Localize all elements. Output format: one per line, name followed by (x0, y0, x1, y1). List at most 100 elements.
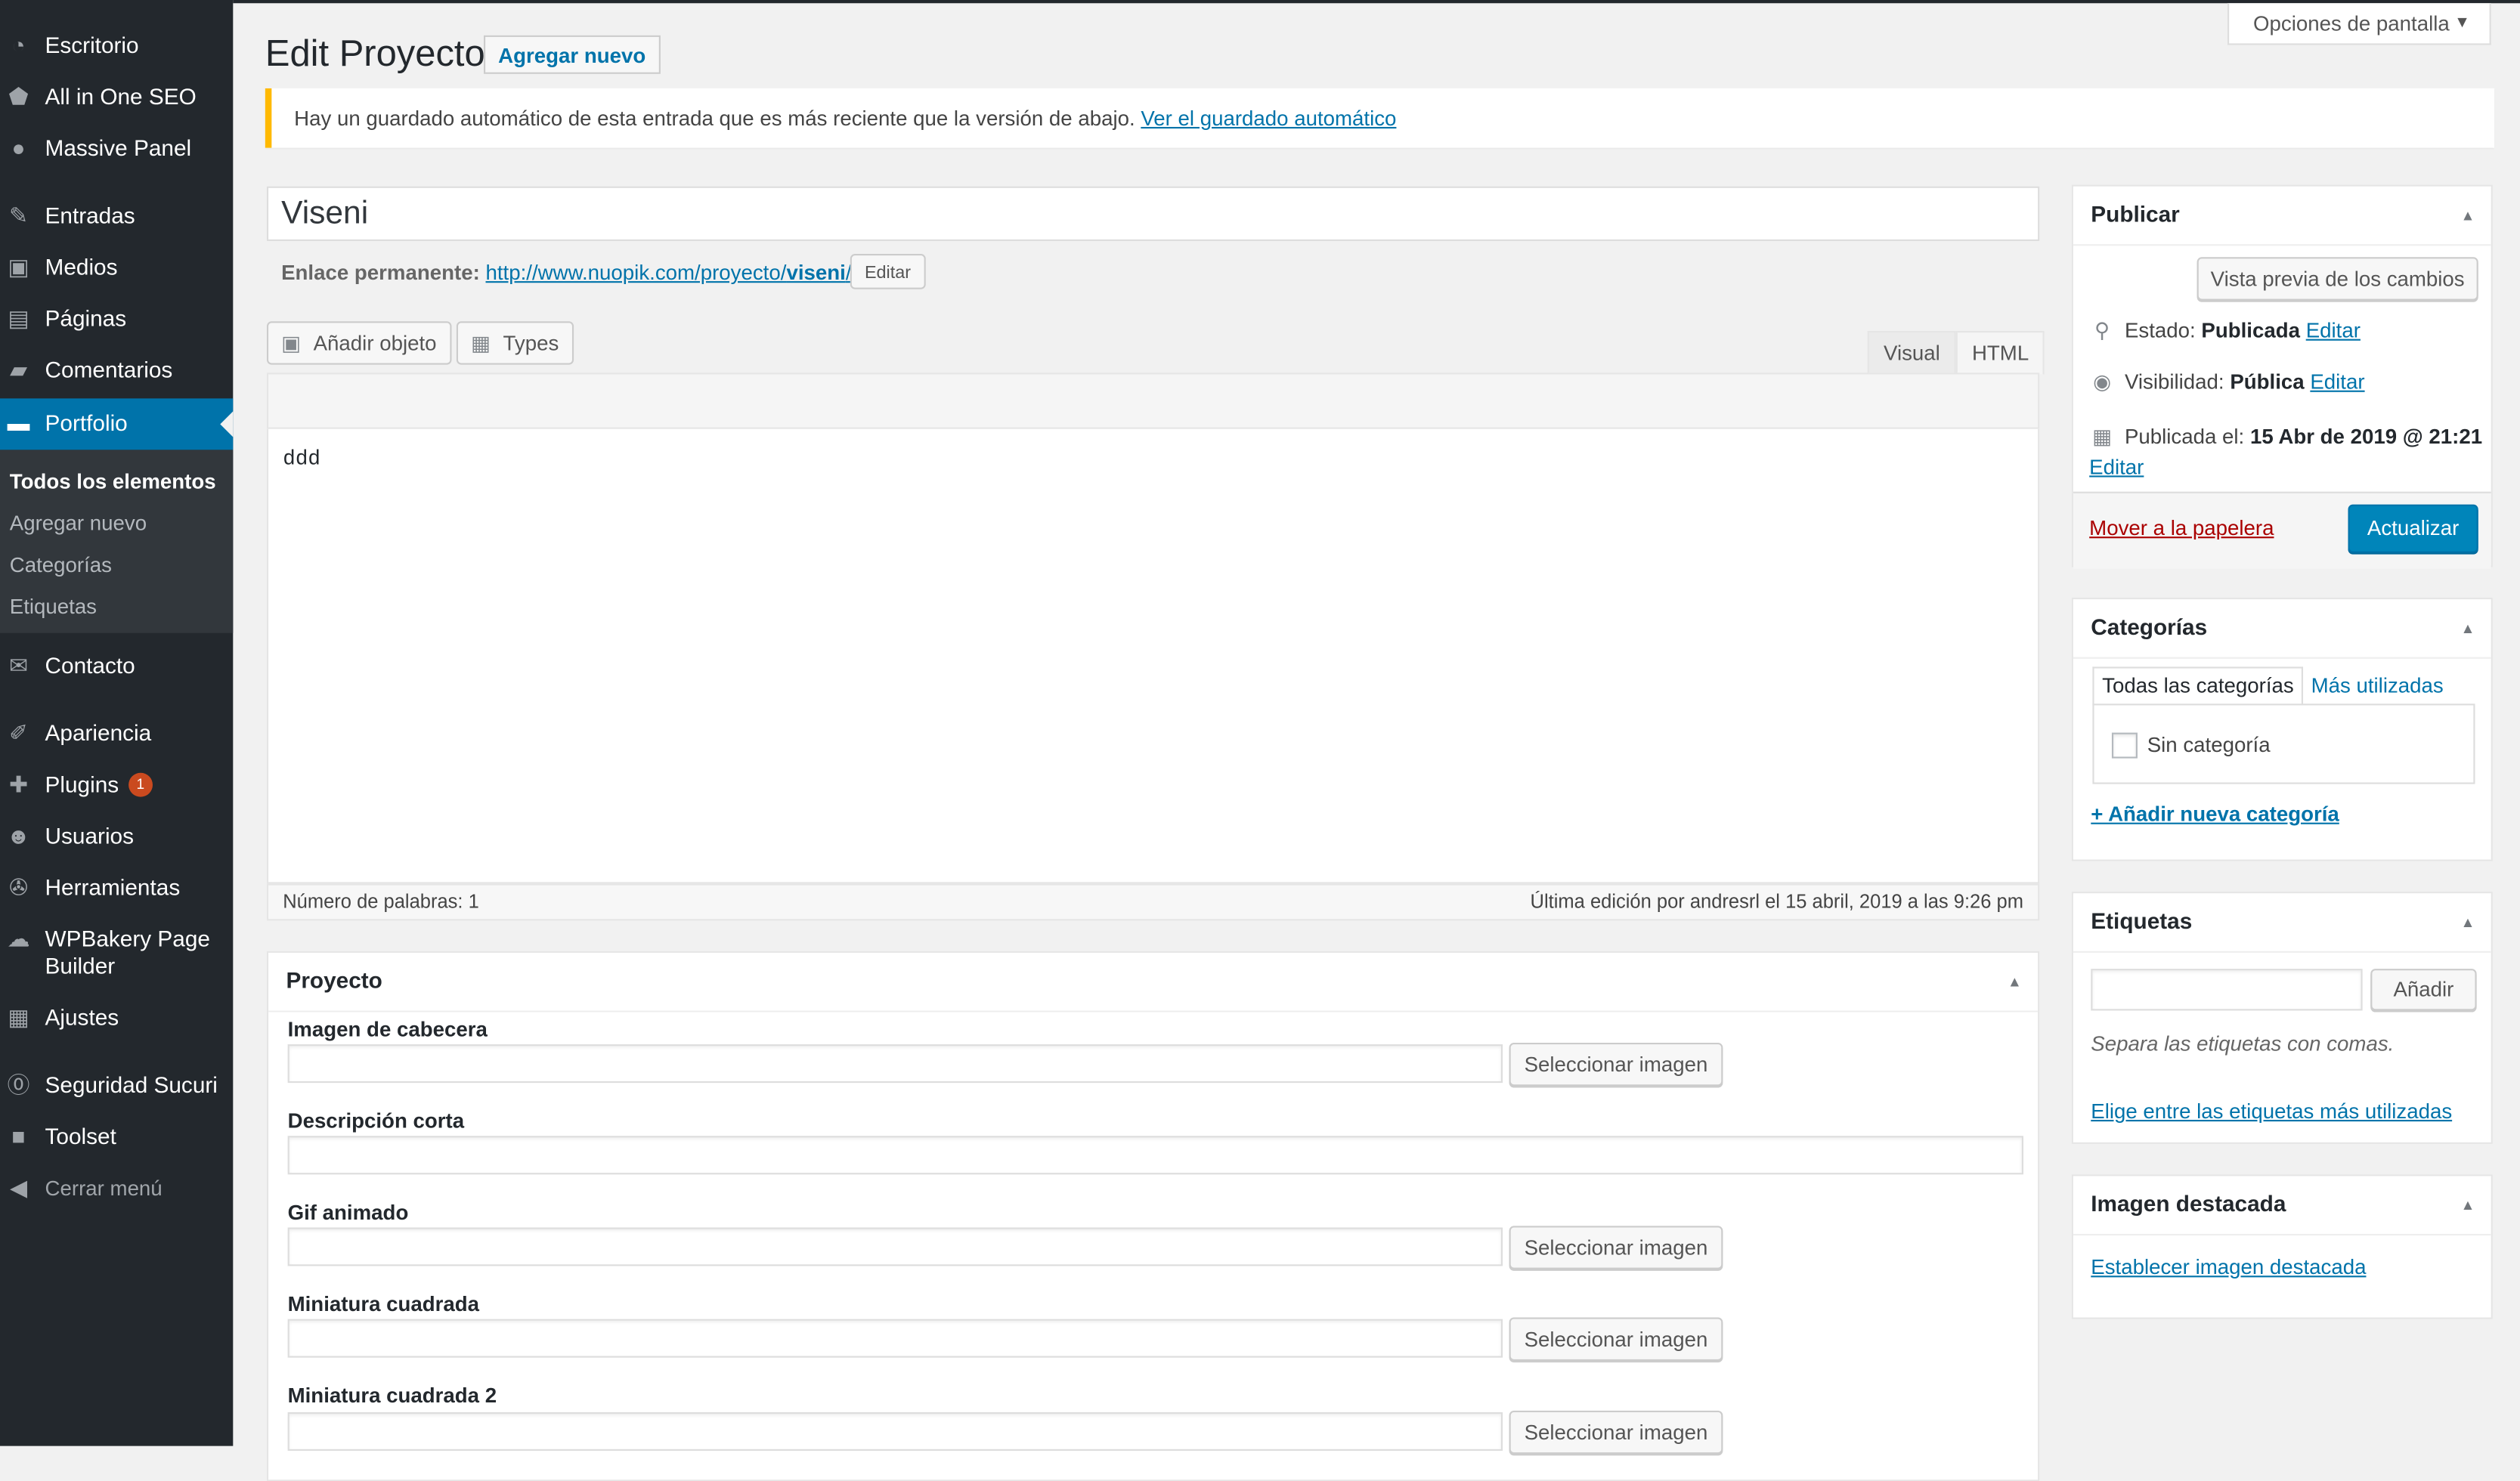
pin-icon: ⚲ (2094, 318, 2110, 342)
post-visibility: ◉ Visibilidad: Pública Editar (2089, 369, 2364, 395)
submenu-agregar[interactable]: Agregar nuevo (10, 511, 147, 535)
users-icon: ☻ (6, 822, 31, 849)
submenu-todos[interactable]: Todos los elementos (10, 469, 216, 493)
category-list: Sin categoría (2092, 703, 2475, 784)
descripcion-corta-input[interactable] (287, 1136, 2023, 1175)
admin-sidebar: ◔ Escritorio ⬟ All in One SEO ● Massive Pan… (0, 0, 234, 1446)
field-label: Miniatura cuadrada (287, 1291, 480, 1316)
miniatura-cuadrada-input[interactable] (287, 1319, 1503, 1358)
cloud-icon: ☁ (7, 925, 30, 951)
media-icon: ▣ (8, 253, 29, 280)
preview-changes-button[interactable]: Vista previa de los cambios (2196, 257, 2478, 301)
add-tag-button[interactable]: Añadir (2370, 969, 2477, 1011)
update-button[interactable]: Actualizar (2348, 504, 2478, 553)
edit-visibility-link[interactable]: Editar (2310, 369, 2364, 394)
select-image-button[interactable]: Seleccionar imagen (1509, 1226, 1723, 1269)
media-icon: ▣ (281, 331, 302, 355)
shield-icon: ⬟ (8, 83, 29, 110)
post-status: ⚲ Estado: Publicada Editar (2089, 318, 2361, 344)
set-featured-image-link[interactable]: Establecer imagen destacada (2091, 1255, 2366, 1279)
imagen-cabecera-input[interactable] (287, 1044, 1503, 1084)
tags-metabox: Etiquetas ▲ Añadir Separa las etiquetas … (2071, 892, 2493, 1144)
featured-image-title: Imagen destacada (2073, 1176, 2491, 1236)
category-label: Sin categoría (2147, 732, 2271, 757)
brush-icon: ✐ (8, 719, 28, 746)
edit-date-link[interactable]: Editar (2089, 455, 2144, 479)
collapse-arrow-icon[interactable]: ▲ (2461, 914, 2475, 930)
menu-portfolio[interactable]: ▬ Portfolio (0, 398, 234, 450)
email-icon: ✉ (8, 652, 28, 679)
calendar-icon: ▦ (471, 331, 491, 355)
pin-icon: ✎ (8, 202, 28, 228)
portfolio-submenu: Todos los elementos Agregar nuevo Catego… (0, 450, 234, 633)
trash-link[interactable]: Mover a la papelera (2089, 516, 2274, 540)
field-label: Descripción corta (287, 1108, 465, 1133)
wrench-icon: ✇ (8, 873, 28, 900)
categories-metabox: Categorías ▲ Todas las categorías Más ut… (2071, 597, 2493, 861)
submenu-categorias[interactable]: Categorías (10, 552, 112, 577)
collapse-arrow-icon[interactable]: ▲ (2008, 974, 2022, 990)
select-image-button[interactable]: Seleccionar imagen (1509, 1317, 1723, 1361)
field-label: Gif animado (287, 1200, 409, 1225)
last-edit: Última edición por andresrl el 15 abril,… (1530, 889, 2023, 913)
update-count-badge: 1 (128, 772, 153, 797)
dropdown-arrow-icon: ▼ (2454, 14, 2471, 32)
toolset-icon: ■ (11, 1123, 26, 1149)
field-label: Miniatura cuadrada 2 (287, 1383, 497, 1408)
submenu-etiquetas[interactable]: Etiquetas (10, 595, 97, 619)
collapse-arrow-icon[interactable]: ▲ (2461, 1197, 2475, 1213)
choose-tags-link[interactable]: Elige entre las etiquetas más utilizadas (2091, 1099, 2452, 1123)
post-title-input[interactable]: Viseni (266, 186, 2040, 241)
tab-all-categories[interactable]: Todas las categorías (2092, 666, 2304, 706)
tab-popular-categories[interactable]: Más utilizadas (2303, 669, 2451, 704)
calendar-icon: ▦ (2092, 424, 2113, 449)
dashboard-icon: ◔ (11, 32, 26, 58)
gif-animado-input[interactable] (287, 1227, 1503, 1266)
lightbulb-icon: ● (11, 134, 26, 161)
collapse-arrow-icon[interactable]: ▲ (2461, 207, 2475, 223)
permalink-link[interactable]: http://www.nuopik.com/proyecto/viseni/ (486, 260, 852, 284)
select-image-button[interactable]: Seleccionar imagen (1509, 1042, 1723, 1087)
proyecto-metabox: Proyecto ▲ Imagen de cabecera Selecciona… (266, 951, 2040, 1481)
proyecto-title: Proyecto (268, 953, 2039, 1013)
add-category-link[interactable]: + Añadir nueva categoría (2091, 802, 2339, 826)
admin-bar-edge (233, 0, 2520, 4)
categories-title: Categorías (2073, 599, 2491, 659)
pages-icon: ▤ (8, 305, 29, 332)
types-button[interactable]: ▦ Types (456, 321, 574, 365)
select-image-button[interactable]: Seleccionar imagen (1509, 1410, 1723, 1455)
publish-metabox: Publicar ▲ Vista previa de los cambios ⚲… (2071, 184, 2493, 569)
sucuri-icon: ⓪ (7, 1071, 30, 1098)
tab-html[interactable]: HTML (1955, 331, 2045, 375)
settings-icon: ▦ (8, 1003, 29, 1030)
field-label: Imagen de cabecera (287, 1016, 488, 1041)
featured-image-metabox: Imagen destacada ▲ Establecer imagen des… (2071, 1174, 2493, 1319)
post-date: ▦ Publicada el: 15 Abr de 2019 @ 21:21 Edi… (2089, 421, 2483, 482)
collapse-icon: ◀ (9, 1174, 27, 1201)
tab-visual[interactable]: Visual (1867, 331, 1957, 375)
edit-status-link[interactable]: Editar (2306, 318, 2361, 342)
page-title: Edit Proyecto (265, 32, 485, 74)
editor-toolbar (266, 373, 2040, 429)
autosave-notice: Hay un guardado automático de esta entra… (265, 88, 2494, 148)
category-checkbox[interactable] (2111, 732, 2138, 759)
miniatura-cuadrada-2-input[interactable] (287, 1412, 1503, 1452)
add-media-button[interactable]: ▣ Añadir objeto (266, 321, 451, 365)
active-menu-arrow (220, 411, 234, 437)
folder-icon: ▬ (7, 410, 30, 436)
collapse-arrow-icon[interactable]: ▲ (2461, 620, 2475, 636)
editor-textarea[interactable]: ddd (266, 428, 2040, 884)
word-count: Número de palabras: 1 (283, 889, 479, 913)
editor-status-bar: Número de palabras: 1 Última edición por… (266, 883, 2040, 921)
new-tag-input[interactable] (2091, 969, 2363, 1011)
comment-icon: ▰ (9, 357, 27, 383)
view-autosave-link[interactable]: Ver el guardado automático (1141, 106, 1396, 130)
screen-options-button[interactable]: Opciones de pantalla ▼ (2227, 3, 2491, 45)
plugin-icon: ✚ (8, 771, 28, 797)
tags-title: Etiquetas (2073, 893, 2491, 953)
permalink: Enlace permanente: http://www.nuopik.com… (281, 260, 852, 285)
edit-permalink-button[interactable]: Editar (850, 253, 926, 289)
tags-hint: Separa las etiquetas con comas. (2091, 1031, 2395, 1056)
eye-icon: ◉ (2093, 369, 2112, 394)
add-new-button[interactable]: Agregar nuevo (484, 35, 661, 74)
